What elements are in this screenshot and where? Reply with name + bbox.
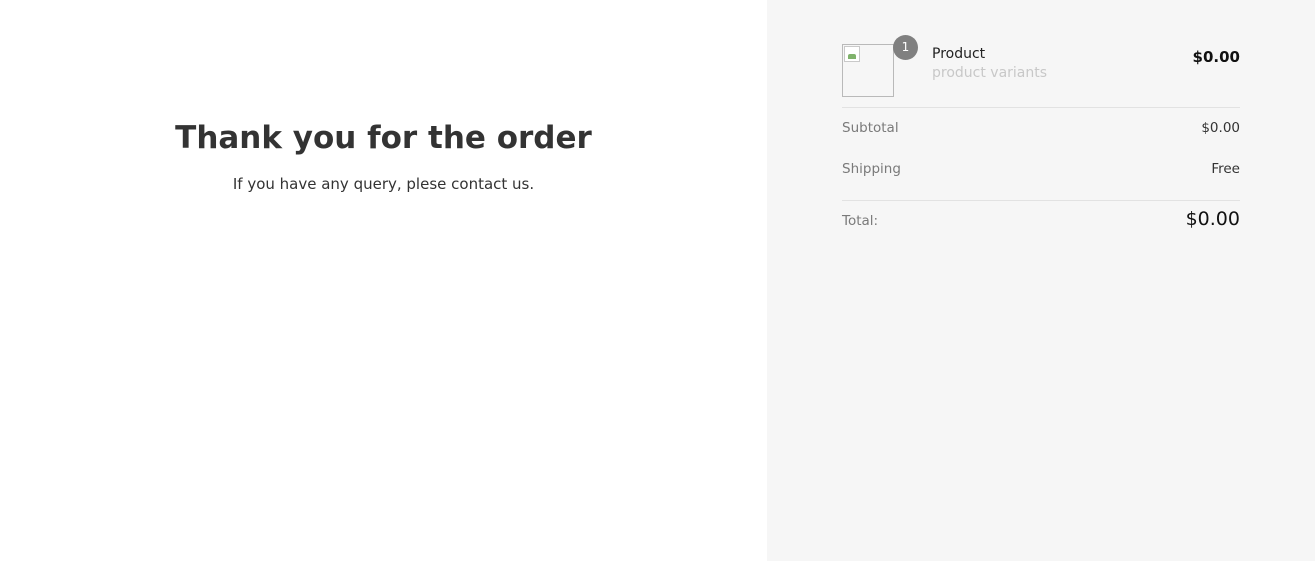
- subtotal-label: Subtotal: [842, 120, 899, 136]
- quantity-badge: 1: [893, 35, 918, 60]
- page-bottom-edge: [0, 561, 1315, 569]
- confirmation-message: If you have any query, plese contact us.: [232, 175, 535, 193]
- product-thumbnail: [842, 44, 894, 97]
- product-variants: product variants: [932, 65, 1048, 81]
- shipping-value: Free: [1211, 161, 1240, 177]
- order-summary: 1 Product product variants $0.00 Subtota…: [767, 0, 1315, 561]
- order-line-item: 1 Product product variants $0.00: [842, 35, 1240, 98]
- product-price: $0.00: [1192, 48, 1240, 66]
- total-label: Total:: [842, 213, 879, 229]
- product-name: Product: [932, 46, 986, 62]
- total-value: $0.00: [1185, 208, 1240, 230]
- page-title: Thank you for the order: [175, 120, 592, 156]
- summary-divider: [842, 107, 1240, 108]
- shipping-label: Shipping: [842, 161, 901, 177]
- confirmation-panel: Thank you for the order If you have any …: [0, 0, 767, 569]
- subtotal-value: $0.00: [1201, 120, 1240, 136]
- broken-image-icon: [844, 46, 860, 62]
- total-divider: [842, 200, 1240, 201]
